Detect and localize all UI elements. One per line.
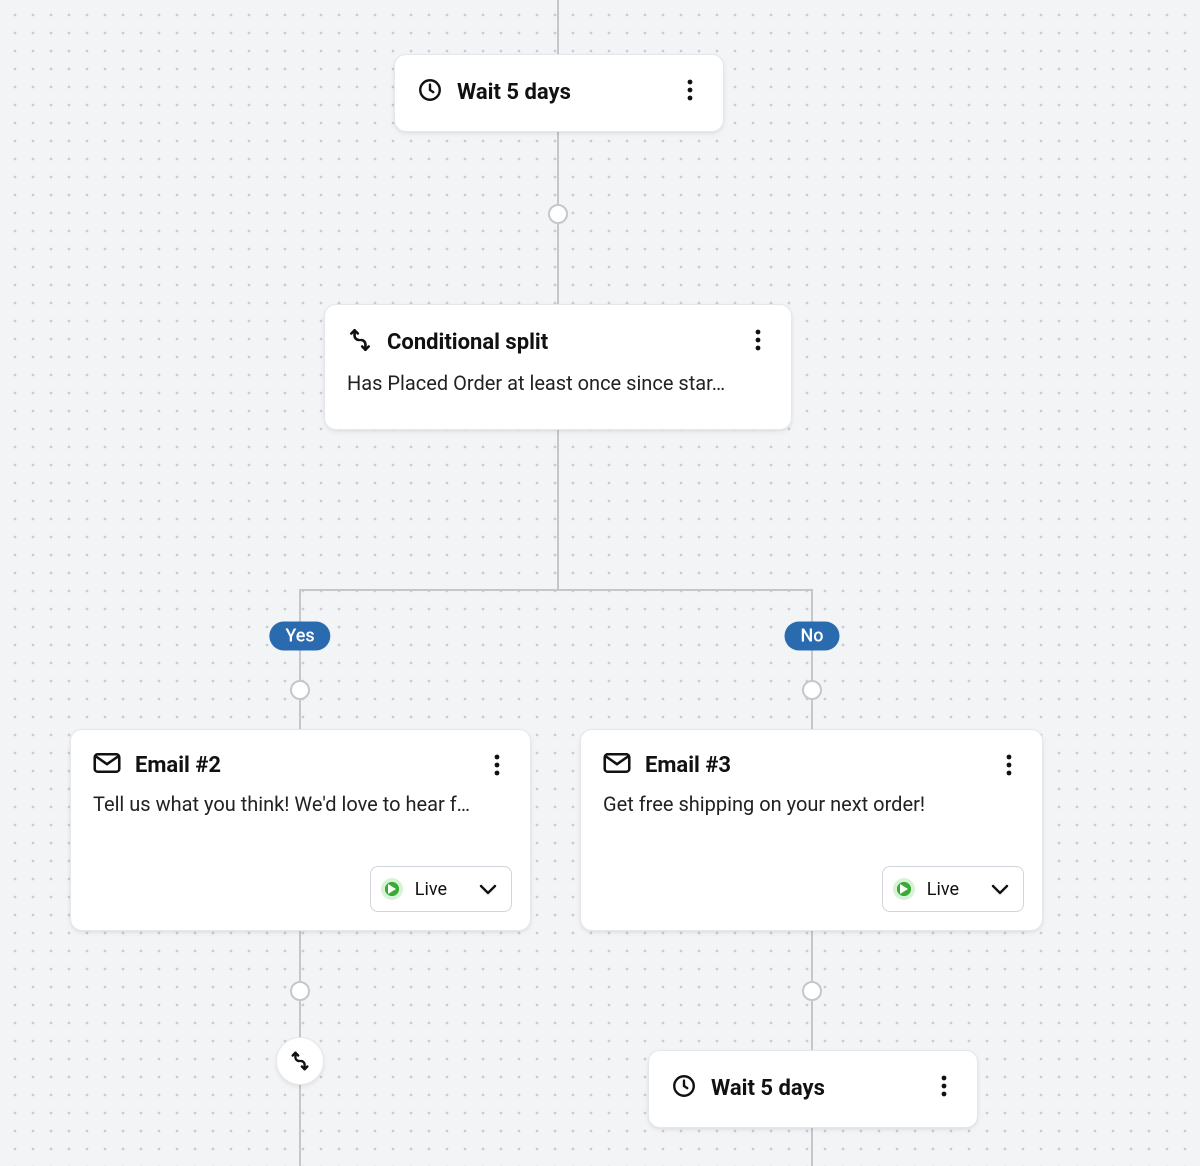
connector — [557, 429, 559, 591]
status-label: Live — [927, 879, 959, 900]
branch-yes-label: Yes — [285, 626, 314, 647]
connector — [811, 1126, 813, 1166]
canvas-background — [0, 0, 1200, 1166]
node-menu-button[interactable] — [741, 323, 775, 357]
connector-dot[interactable] — [802, 680, 822, 700]
connector — [811, 589, 813, 729]
status-live-icon — [893, 878, 915, 900]
node-menu-button[interactable] — [673, 73, 707, 107]
chevron-down-icon — [479, 880, 497, 899]
chevron-down-icon — [991, 880, 1009, 899]
branch-pill-no: No — [785, 622, 840, 651]
node-menu-button[interactable] — [480, 748, 514, 782]
split-icon — [347, 327, 373, 357]
node-menu-button[interactable] — [927, 1069, 961, 1103]
status-label: Live — [415, 879, 447, 900]
connector-dot[interactable] — [290, 680, 310, 700]
conditional-split-title: Conditional split — [387, 330, 548, 355]
status-dropdown[interactable]: Live — [882, 866, 1024, 912]
wait-node-2[interactable]: Wait 5 days — [648, 1050, 978, 1128]
node-menu-button[interactable] — [992, 748, 1026, 782]
branch-no-label: No — [801, 626, 824, 647]
email-node-2-title: Email #2 — [135, 753, 221, 778]
wait-node-1[interactable]: Wait 5 days — [394, 54, 724, 132]
branch-pill-yes: Yes — [269, 622, 330, 651]
connector — [557, 0, 559, 54]
connector-dot[interactable] — [548, 204, 568, 224]
email-icon — [603, 752, 631, 778]
email-icon — [93, 752, 121, 778]
connector — [299, 589, 301, 729]
wait-node-2-title: Wait 5 days — [711, 1076, 825, 1101]
status-live-icon — [381, 878, 403, 900]
clock-icon — [417, 77, 443, 107]
status-dropdown[interactable]: Live — [370, 866, 512, 912]
wait-node-1-title: Wait 5 days — [457, 80, 571, 105]
email-node-2[interactable]: Email #2 Tell us what you think! We'd lo… — [70, 729, 531, 931]
clock-icon — [671, 1073, 697, 1103]
connector — [299, 589, 813, 591]
email-node-2-description: Tell us what you think! We'd love to hea… — [93, 792, 508, 816]
conditional-split-node[interactable]: Conditional split Has Placed Order at le… — [324, 304, 792, 430]
connector-dot[interactable] — [802, 981, 822, 1001]
connector-dot[interactable] — [290, 981, 310, 1001]
split-icon-node[interactable] — [276, 1037, 324, 1085]
email-node-3-description: Get free shipping on your next order! — [603, 792, 1020, 816]
email-node-3-title: Email #3 — [645, 753, 731, 778]
email-node-3[interactable]: Email #3 Get free shipping on your next … — [580, 729, 1043, 931]
conditional-split-description: Has Placed Order at least once since sta… — [347, 371, 769, 395]
